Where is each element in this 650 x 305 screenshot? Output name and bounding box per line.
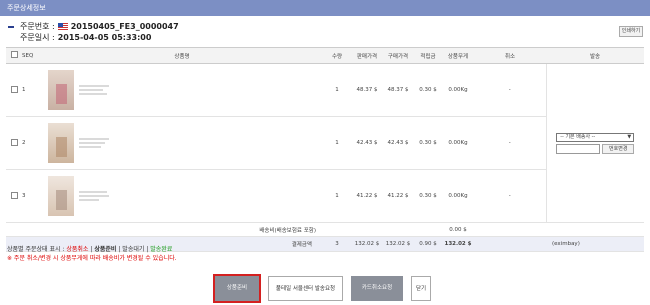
row-seq: 3 xyxy=(22,169,42,223)
row-points: 0.30 $ xyxy=(414,63,442,117)
total-points: 0.90 $ xyxy=(414,236,442,252)
row-seq: 2 xyxy=(22,116,42,170)
prepare-product-button[interactable]: 상품준비 xyxy=(213,274,261,303)
row-seq: 1 xyxy=(22,63,42,117)
row-checkbox[interactable] xyxy=(6,63,22,117)
dropdown-arrow-icon: ▼ xyxy=(627,133,632,140)
row-cancel: - xyxy=(474,116,546,170)
header-cancel: 취소 xyxy=(474,47,546,64)
table-header-row: SEQ 상품명 수량 판매가격 구매가격 적립금 상품무게 취소 발송 xyxy=(6,47,644,64)
row-points: 0.30 $ xyxy=(414,116,442,170)
close-button[interactable]: 닫기 xyxy=(411,276,431,301)
row-purchase-price: 42.43 $ xyxy=(382,116,414,170)
product-name-blurred xyxy=(78,189,109,203)
header-sale-price: 판매가격 xyxy=(352,47,382,64)
row-product xyxy=(42,169,322,223)
legend-sep: | xyxy=(90,246,93,253)
shipping-fee-note: ※ 주문 취소/변경 시 상품무게에 따라 배송비가 변경될 수 있습니다. xyxy=(7,255,177,262)
row-cancel: - xyxy=(474,169,546,223)
product-thumbnail[interactable] xyxy=(48,123,74,163)
row-qty: 1 xyxy=(322,63,352,117)
order-date: 2015-04-05 05:33:00 xyxy=(57,33,152,42)
order-date-row: 주문일시 : 2015-04-05 05:33:00 xyxy=(8,32,308,43)
legend-sep: | xyxy=(146,246,149,253)
header-qty: 수량 xyxy=(322,47,352,64)
row-purchase-price: 48.37 $ xyxy=(382,63,414,117)
legend-done: 발송완료 xyxy=(150,246,173,253)
bullet-bar-icon xyxy=(8,25,14,28)
shipping-cell: -- 기본 배송사 -- ▼ 번호변경 xyxy=(545,63,644,223)
legend-prepare: 상품준비 xyxy=(94,246,117,253)
row-weight: 0.00Kg xyxy=(442,116,474,170)
row-cancel: - xyxy=(474,63,546,117)
product-name-blurred xyxy=(78,136,109,150)
us-flag-icon xyxy=(57,23,68,30)
legend-cancel: 상품취소 xyxy=(66,246,89,253)
product-thumbnail[interactable] xyxy=(48,70,74,110)
header-points: 적립금 xyxy=(414,47,442,64)
row-sale-price: 48.37 $ xyxy=(352,63,382,117)
total-qty: 3 xyxy=(322,236,352,252)
row-sale-price: 41.22 $ xyxy=(352,169,382,223)
status-legend: 상품별 주문상태 표시 : 상품취소 | 상품준비 | 발송대기 | 발송완료 xyxy=(7,244,172,253)
change-number-button[interactable]: 번호변경 xyxy=(602,143,635,154)
order-number-label: 주문번호 : xyxy=(20,22,55,31)
order-info: 주문번호 : 20150405_FE3_0000047 주문일시 : 2015-… xyxy=(8,21,308,43)
order-items-table: SEQ 상품명 수량 판매가격 구매가격 적립금 상품무게 취소 발송 1 1 … xyxy=(6,47,644,252)
row-qty: 1 xyxy=(322,169,352,223)
row-points: 0.30 $ xyxy=(414,169,442,223)
header-product: 상품명 xyxy=(42,47,322,64)
header-shipping: 발송 xyxy=(546,47,644,64)
row-qty: 1 xyxy=(322,116,352,170)
card-cancel-request-button[interactable]: 카드취소요청 xyxy=(351,276,403,301)
order-number-row: 주문번호 : 20150405_FE3_0000047 xyxy=(8,21,308,32)
row-checkbox[interactable] xyxy=(6,116,22,170)
print-button[interactable]: 인쇄하기 xyxy=(619,26,643,37)
product-name-blurred xyxy=(78,83,109,97)
product-thumbnail[interactable] xyxy=(48,176,74,216)
row-checkbox[interactable] xyxy=(6,169,22,223)
total-sale-price: 132.02 $ xyxy=(352,236,382,252)
select-all-checkbox[interactable] xyxy=(6,47,22,64)
legend-sep: | xyxy=(118,246,121,253)
row-sale-price: 42.43 $ xyxy=(352,116,382,170)
header-purchase-price: 구매가격 xyxy=(382,47,414,64)
total-purchase-price: 132.02 $ xyxy=(382,236,414,252)
window-title: 주문상세정보 xyxy=(7,4,46,12)
payment-method: (eximbay) xyxy=(546,236,644,252)
table-row: 1 1 48.37 $ 48.37 $ 0.30 $ 0.00Kg - -- 기… xyxy=(6,63,644,223)
header-seq: SEQ xyxy=(22,47,42,64)
carrier-select[interactable]: -- 기본 배송사 -- ▼ xyxy=(556,132,635,142)
row-weight: 0.00Kg xyxy=(442,169,474,223)
shipping-fee-row: 배송비(배송보험료 포함) 0.00 $ xyxy=(6,222,644,237)
row-weight: 0.00Kg xyxy=(442,63,474,117)
tracking-number-input[interactable] xyxy=(556,143,601,154)
total-amount: 132.02 $ xyxy=(442,236,474,252)
row-product xyxy=(42,116,322,170)
legend-waiting: 발송대기 xyxy=(122,246,145,253)
order-date-label: 주문일시 : xyxy=(20,33,55,42)
legend-prefix: 상품별 주문상태 표시 : xyxy=(7,246,65,253)
order-number: 20150405_FE3_0000047 xyxy=(70,22,179,31)
row-purchase-price: 41.22 $ xyxy=(382,169,414,223)
window-title-bar: 주문상세정보 xyxy=(0,0,650,16)
request-seoul-center-button[interactable]: 풀테일 서울센터 발송요청 xyxy=(268,276,343,301)
header-weight: 상품무게 xyxy=(442,47,474,64)
row-product xyxy=(42,63,322,117)
shipping-fee-label: 배송비(배송보험료 포함) xyxy=(6,222,322,237)
shipping-fee-value: 0.00 $ xyxy=(442,222,474,237)
